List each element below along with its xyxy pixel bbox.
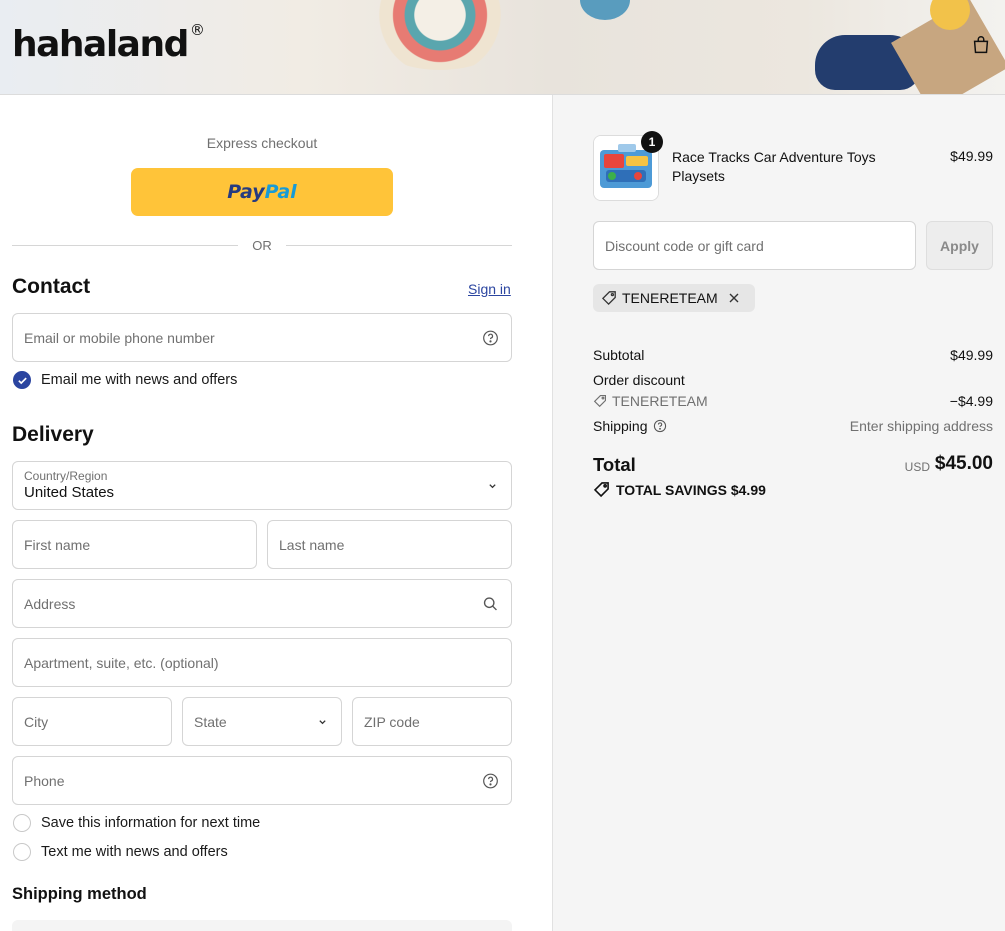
order-discount-label: Order discount [593, 372, 685, 388]
or-text: OR [252, 237, 272, 253]
sign-in-link[interactable]: Sign in [468, 281, 511, 297]
or-divider: OR [12, 235, 512, 255]
address-field[interactable]: Address [12, 579, 512, 628]
order-discount-row: Order discount [593, 372, 993, 388]
banner-decoration [360, 0, 520, 70]
state-select[interactable]: State [182, 697, 342, 746]
checkout-form: Express checkout Pay Pal OR Contact Sign … [0, 95, 553, 931]
paypal-logo-pal: Pal [264, 181, 297, 203]
logo-mark: ® [189, 21, 205, 39]
zip-field[interactable]: ZIP code [352, 697, 512, 746]
text-news-label: Text me with news and offers [41, 844, 228, 860]
help-icon[interactable] [482, 772, 499, 789]
email-placeholder: Email or mobile phone number [24, 329, 215, 346]
country-label: Country/Region [24, 469, 108, 483]
address-placeholder: Address [24, 595, 76, 612]
shipping-value: Enter shipping address [849, 418, 993, 434]
discount-code-label: TENERETEAM [612, 393, 708, 409]
shopping-bag-icon[interactable] [970, 34, 992, 56]
shipping-method-title: Shipping method [12, 885, 147, 903]
first-name-placeholder: First name [24, 536, 91, 553]
help-icon[interactable] [482, 329, 499, 346]
last-name-placeholder: Last name [279, 536, 345, 553]
shipping-row: Shipping Enter shipping address [593, 418, 993, 434]
applied-code: TENERETEAM [622, 290, 718, 306]
last-name-field[interactable]: Last name [267, 520, 512, 569]
header-banner: hahaland ® [0, 0, 1005, 95]
help-icon[interactable] [653, 419, 667, 433]
logo-text: hahaland [12, 24, 189, 65]
state-placeholder: State [194, 713, 227, 730]
tag-icon [593, 395, 606, 408]
email-news-checkbox[interactable]: Email me with news and offers [13, 371, 237, 389]
total-savings: TOTAL SAVINGS $4.99 [593, 481, 766, 498]
save-info-label: Save this information for next time [41, 815, 261, 831]
total-label: Total [593, 454, 636, 475]
brand-logo[interactable]: hahaland ® [12, 21, 205, 65]
discount-placeholder: Discount code or gift card [605, 237, 764, 254]
tag-icon [593, 482, 609, 498]
chevron-down-icon [319, 719, 326, 724]
city-field[interactable]: City [12, 697, 172, 746]
subtotal-label: Subtotal [593, 347, 645, 363]
paypal-logo-pay: Pay [227, 181, 265, 203]
save-info-checkbox[interactable]: Save this information for next time [13, 814, 260, 832]
paypal-button[interactable]: Pay Pal [131, 168, 393, 216]
total-value: $45.00 [934, 453, 993, 474]
applied-discount-tag: TENERETEAM [593, 284, 755, 312]
chevron-down-icon [489, 483, 496, 488]
shipping-method-box [12, 920, 512, 931]
country-select[interactable]: Country/Region United States [12, 461, 512, 510]
contact-title: Contact [12, 275, 91, 298]
checkbox-unchecked[interactable] [13, 843, 31, 861]
email-news-label: Email me with news and offers [41, 372, 238, 388]
total-currency: USD [904, 460, 930, 474]
phone-placeholder: Phone [24, 772, 65, 789]
order-summary: 1 Race Tracks Car Adventure Toys Playset… [553, 95, 1005, 931]
delivery-title: Delivery [12, 423, 94, 446]
apartment-placeholder: Apartment, suite, etc. (optional) [24, 654, 219, 671]
search-icon [483, 596, 497, 610]
remove-code-icon[interactable] [728, 292, 745, 304]
zip-placeholder: ZIP code [364, 713, 420, 730]
city-placeholder: City [24, 713, 49, 730]
apartment-field[interactable]: Apartment, suite, etc. (optional) [12, 638, 512, 687]
text-news-checkbox[interactable]: Text me with news and offers [13, 843, 228, 861]
total-savings-text: TOTAL SAVINGS $4.99 [616, 481, 766, 498]
checkbox-unchecked[interactable] [13, 814, 31, 832]
quantity-badge: 1 [641, 131, 663, 153]
discount-code-row: TENERETEAM −$4.99 [593, 393, 993, 411]
subtotal-value: $49.99 [950, 347, 993, 363]
checkbox-checked[interactable] [13, 371, 31, 389]
shipping-label: Shipping [593, 418, 648, 434]
subtotal-row: Subtotal $49.99 [593, 347, 993, 363]
discount-code-input[interactable]: Discount code or gift card [593, 221, 916, 270]
apply-button[interactable]: Apply [926, 221, 993, 270]
phone-field[interactable]: Phone [12, 756, 512, 805]
discount-value: −$4.99 [949, 393, 993, 409]
banner-decoration [580, 0, 630, 20]
product-price: $49.99 [950, 148, 993, 164]
country-value: United States [24, 484, 115, 501]
express-checkout-label: Express checkout [206, 135, 318, 151]
product-name: Race Tracks Car Adventure Toys Playsets [672, 149, 876, 184]
email-field[interactable]: Email or mobile phone number [12, 313, 512, 362]
first-name-field[interactable]: First name [12, 520, 257, 569]
tag-icon [601, 291, 616, 306]
